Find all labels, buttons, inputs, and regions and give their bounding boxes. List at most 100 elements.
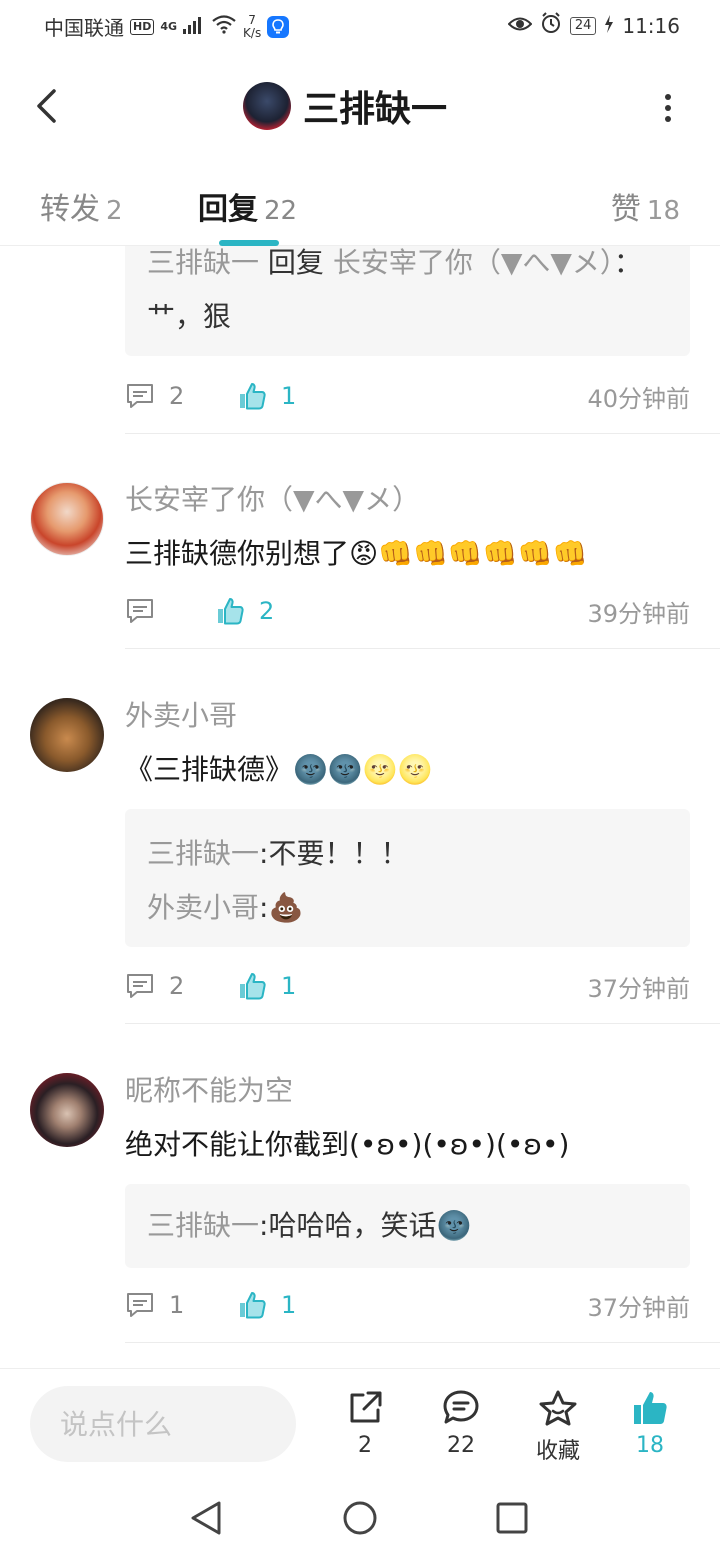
tab-count: 18 [646,196,680,226]
reply-count: 2 [169,382,185,410]
divider [125,433,720,434]
top-header: 三排缺一 [0,62,720,150]
clock-time: 11:16 [622,13,680,38]
nav-back-button[interactable] [186,1498,226,1538]
like-count: 1 [281,1291,297,1319]
tab-reply[interactable]: 回复 22 [198,184,297,228]
comment-time: 37分钟前 [587,974,690,1003]
favorite-label: 收藏 [535,1439,580,1464]
reply-target[interactable]: 长安宰了你（▼へ▼メ） [333,246,614,279]
circle-home-icon [343,1501,377,1535]
network-speed: 7 K/s [243,12,261,40]
star-icon [539,1390,577,1426]
charging-icon [604,14,614,38]
comment-icon [127,384,153,408]
divider [125,1023,720,1024]
like-button[interactable]: 1 [237,1290,296,1320]
more-icon [665,94,671,100]
comment-author[interactable]: 长安宰了你（▼へ▼メ） [125,478,420,518]
tab-like[interactable]: 赞 18 [611,184,680,228]
thumbs-up-icon [240,973,266,1000]
comment-icon [127,974,153,998]
triangle-back-icon [191,1501,221,1535]
avatar[interactable] [30,1073,104,1147]
reply-input[interactable] [30,1386,296,1462]
comment-icon [127,1293,153,1317]
reply-text: :💩 [259,891,304,924]
comment-actions: 1 1 37分钟前 [125,1283,690,1327]
comment-time: 39分钟前 [587,599,690,628]
profile-header[interactable]: 三排缺一 [243,80,447,132]
quote-line: 三排缺一:不要！！！ [147,827,668,881]
notification-app-icon [267,15,290,38]
like-button[interactable]: 1 [237,971,296,1001]
tab-label: 回复 [198,192,258,227]
thumbs-up-icon [240,1292,266,1319]
reply-connector: 回复 [259,246,333,279]
share-button[interactable]: 2 [325,1389,405,1458]
avatar[interactable] [30,482,104,556]
square-recents-icon [496,1502,528,1534]
status-bar: 中国联通 HD 4G 7 K/s 24 11:16 [0,0,720,50]
comment-bubble-icon [443,1390,479,1424]
like-count: 1 [281,972,297,1000]
reply-count: 2 [169,972,185,1000]
more-options-button[interactable] [656,88,680,128]
divider [125,1342,720,1343]
reply-quote-box[interactable]: 三排缺一:哈哈哈，笑话🌚 [125,1184,690,1268]
speed-value: 7 [248,12,256,27]
reply-author[interactable]: 三排缺一 [147,1209,259,1242]
bottom-action-bar: 2 22 收藏 18 [0,1368,720,1476]
comment-author[interactable]: 昵称不能为空 [125,1069,293,1109]
comment-button[interactable]: 22 [421,1389,501,1458]
comment-time: 40分钟前 [587,384,690,413]
back-button[interactable] [24,82,68,130]
battery-indicator: 24 [569,16,597,35]
comment-text: 绝对不能让你截到(•ʚ•)(•ʚ•)(•ʚ•) [125,1128,570,1161]
comment-author[interactable]: 外卖小哥 [125,694,237,734]
comment-actions: 2 39分钟前 [125,589,690,633]
reply-button[interactable]: 1 [125,1291,237,1319]
like-button[interactable]: 1 [237,381,296,411]
tab-forward[interactable]: 转发 2 [40,184,123,228]
network-label: 4G [160,20,178,33]
tab-label: 赞 [610,192,641,227]
carrier-label: 中国联通 [44,16,124,40]
comment-list[interactable]: 三排缺一 回复 长安宰了你（▼へ▼メ）：艹，狠 2 1 40分钟前 长安宰了你（… [0,246,720,1368]
reply-button[interactable]: 2 [125,382,237,410]
share-icon [350,1391,382,1423]
comment-time: 37分钟前 [587,1293,690,1322]
chevron-left-icon [37,89,56,123]
reply-count: 1 [169,1291,185,1319]
favorite-button[interactable]: 收藏 [518,1389,598,1465]
thumbs-up-icon [218,598,244,625]
thumbs-up-icon [634,1392,667,1424]
reply-button[interactable]: 2 [125,972,237,1000]
quote-line: 三排缺一:哈哈哈，笑话🌚 [147,1199,668,1253]
alarm-icon [540,12,562,39]
avatar[interactable] [243,82,291,130]
reply-text: :哈哈哈，笑话🌚 [259,1209,472,1242]
quote-line: 外卖小哥:💩 [147,881,668,935]
reply-author[interactable]: 三排缺一 [147,837,259,870]
quote-line: 三排缺一 回复 长安宰了你（▼へ▼メ）：艹，狠 [147,246,668,344]
share-count: 2 [358,1433,372,1458]
comment-text: 三排缺德你别想了😡👊👊👊👊👊👊 [125,537,588,570]
comment-actions: 2 1 37分钟前 [125,964,690,1008]
like-button[interactable]: 2 [215,596,274,626]
tab-label: 转发 [40,192,100,227]
like-count: 2 [259,597,275,625]
reply-author[interactable]: 三排缺一 [147,246,259,279]
like-count: 18 [636,1433,664,1458]
like-button[interactable]: 18 [610,1389,690,1458]
nav-recents-button[interactable] [492,1498,532,1538]
reply-button[interactable] [125,597,215,625]
reply-quote-box[interactable]: 三排缺一 回复 长安宰了你（▼へ▼メ）：艹，狠 [125,246,690,356]
eye-icon [507,14,533,38]
reply-author[interactable]: 外卖小哥 [147,891,259,924]
comment-actions: 2 1 40分钟前 [125,374,690,418]
reply-quote-box[interactable]: 三排缺一:不要！！！ 外卖小哥:💩 [125,809,690,947]
avatar[interactable] [30,698,104,772]
nav-home-button[interactable] [340,1498,380,1538]
comment-count: 22 [447,1433,475,1458]
